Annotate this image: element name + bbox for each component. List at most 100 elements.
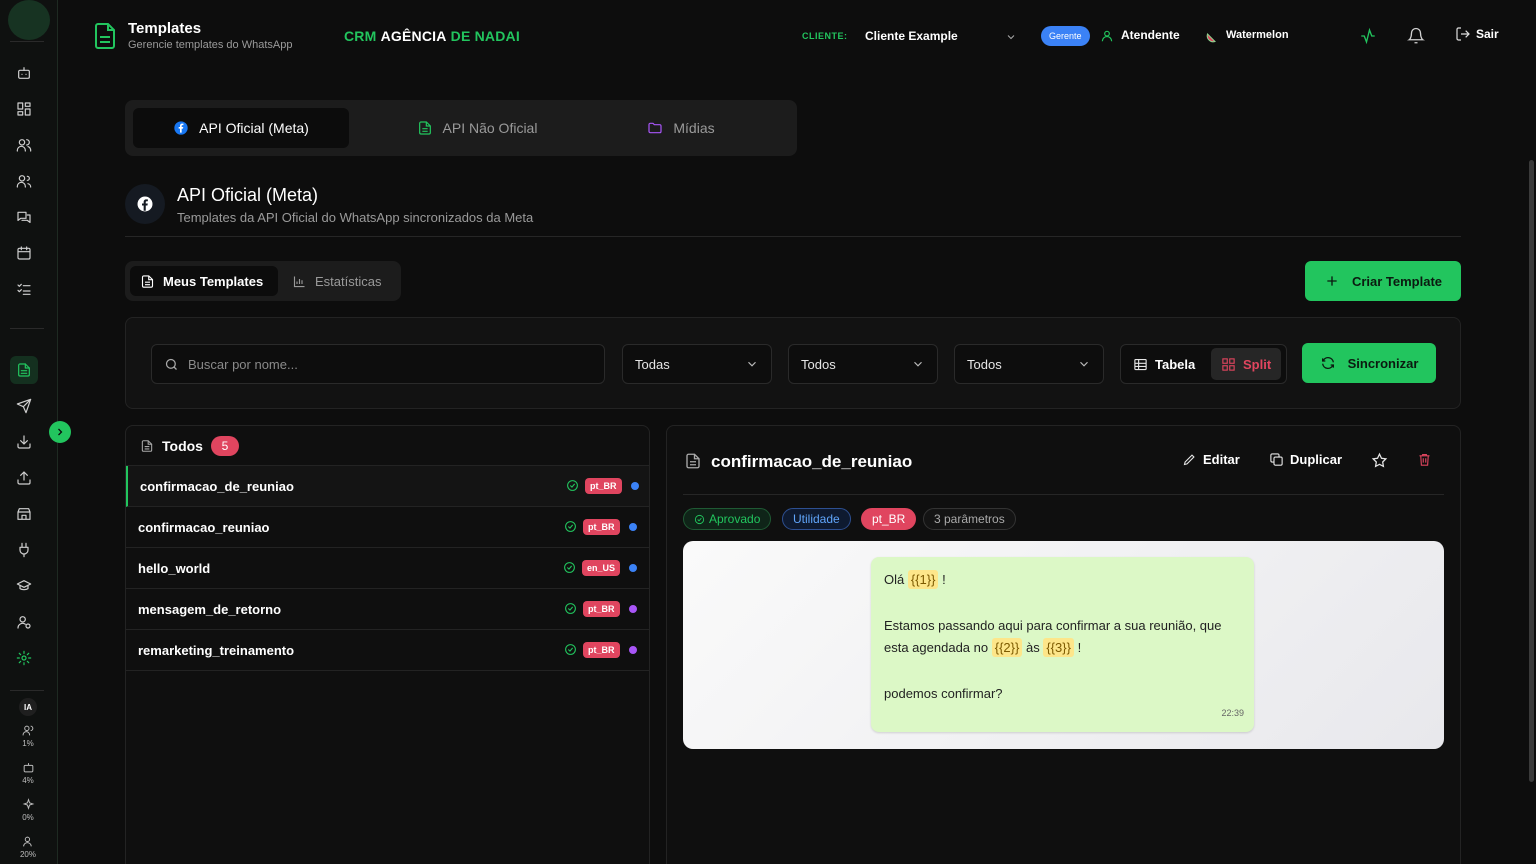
template-name: confirmacao_reuniao	[138, 520, 270, 535]
duplicate-button[interactable]: Duplicar	[1269, 452, 1342, 467]
workspace-name[interactable]: Watermelon	[1226, 29, 1289, 41]
contacts-icon[interactable]	[12, 169, 36, 193]
tab-estatisticas[interactable]: Estatísticas	[282, 266, 391, 296]
table-icon	[1134, 358, 1147, 370]
api-tabs: API Oficial (Meta) API Não Oficial Mídia…	[125, 100, 797, 156]
status-select[interactable]: Todos	[788, 344, 938, 384]
count-badge: 5	[210, 435, 239, 456]
client-select[interactable]: Cliente Example	[865, 29, 958, 43]
list-item[interactable]: confirmacao_de_reuniao pt_BR	[126, 466, 649, 507]
list-item[interactable]: mensagem_de_retorno pt_BR	[126, 589, 649, 630]
stat-value: 0%	[22, 813, 34, 822]
sidebar-divider	[10, 690, 44, 691]
brand-name: CRM AGÊNCIA DE NADAI	[344, 28, 520, 44]
sidebar-expand-button[interactable]	[49, 421, 71, 443]
chevron-down-icon[interactable]	[1005, 30, 1017, 42]
client-label: CLIENTE:	[802, 31, 848, 41]
template-name: confirmacao_de_reuniao	[140, 479, 294, 494]
dashboard-icon[interactable]	[12, 97, 36, 121]
button-label: Editar	[1203, 452, 1240, 467]
folder-icon	[648, 122, 662, 134]
category-badge: Utilidade	[782, 508, 851, 530]
list-item[interactable]: confirmacao_reuniao pt_BR	[126, 507, 649, 548]
sidebar-divider	[10, 41, 44, 42]
logo[interactable]	[8, 0, 50, 40]
store-icon[interactable]	[12, 502, 36, 526]
user-name[interactable]: Atendente	[1121, 28, 1180, 42]
check-circle-icon	[564, 520, 577, 533]
language-select[interactable]: Todos	[954, 344, 1104, 384]
settings-icon[interactable]	[12, 646, 36, 670]
tab-label: API Oficial (Meta)	[199, 120, 309, 136]
brand-main: AGÊNCIA	[380, 28, 447, 44]
activity-icon[interactable]	[1359, 27, 1377, 45]
tab-label: Meus Templates	[163, 273, 264, 289]
view-table-button[interactable]: Tabela	[1123, 348, 1205, 380]
template-name: remarketing_treinamento	[138, 643, 295, 658]
refresh-icon	[1321, 356, 1334, 370]
check-circle-icon	[563, 561, 576, 574]
variable-chip: {{1}}	[907, 570, 939, 589]
favorite-button[interactable]	[1371, 452, 1388, 469]
button-label: Duplicar	[1290, 452, 1343, 467]
user-icon	[22, 836, 32, 847]
message-time: 22:39	[1221, 708, 1244, 718]
status-dot	[629, 605, 637, 613]
bot-icon[interactable]	[12, 61, 36, 85]
page-subtitle: Gerencie templates do WhatsApp	[128, 39, 293, 51]
badge-label: Utilidade	[793, 512, 840, 526]
calendar-icon[interactable]	[12, 241, 36, 265]
download-icon[interactable]	[12, 430, 36, 454]
list-header: Todos 5	[126, 426, 649, 466]
pencil-icon	[1183, 454, 1195, 466]
templates-icon[interactable]	[10, 356, 38, 384]
button-label: Criar Template	[1351, 273, 1443, 289]
delete-button[interactable]	[1417, 452, 1432, 467]
scrollbar-thumb[interactable]	[1529, 160, 1534, 782]
stat-bot: 4%	[12, 761, 44, 785]
users-icon[interactable]	[12, 133, 36, 157]
chat-icon[interactable]	[12, 205, 36, 229]
tab-midias[interactable]: Mídias	[573, 108, 789, 148]
send-icon[interactable]	[12, 394, 36, 418]
scrollbar[interactable]	[1526, 72, 1536, 864]
sync-button[interactable]: Sincronizar	[1302, 343, 1436, 383]
document-icon	[141, 274, 154, 288]
create-template-button[interactable]: Criar Template	[1305, 261, 1461, 301]
status-dot	[629, 564, 637, 572]
bar-chart-icon	[293, 276, 305, 287]
view-tabs: Meus Templates Estatísticas	[125, 261, 401, 301]
variable-chip: {{3}}	[1043, 638, 1074, 657]
header: Templates Gerencie templates do WhatsApp…	[59, 0, 1536, 72]
list-item[interactable]: hello_world en_US	[126, 548, 649, 589]
category-select[interactable]: Todas	[622, 344, 772, 384]
upload-icon[interactable]	[12, 466, 36, 490]
tab-meus-templates[interactable]: Meus Templates	[130, 266, 278, 296]
language-badge: pt_BR	[583, 642, 620, 658]
tasks-icon[interactable]	[12, 277, 36, 301]
logout-icon	[1456, 27, 1470, 41]
graduation-icon[interactable]	[12, 574, 36, 598]
tab-label: API Não Oficial	[442, 120, 538, 136]
edit-button[interactable]: Editar	[1182, 452, 1240, 467]
language-badge: pt_BR	[583, 601, 620, 617]
list-item[interactable]: remarketing_treinamento pt_BR	[126, 630, 649, 671]
sparkle-icon	[22, 798, 34, 810]
templates-list: Todos 5 confirmacao_de_reuniao pt_BR con…	[125, 425, 650, 864]
plug-icon[interactable]	[12, 538, 36, 562]
copy-icon	[1270, 453, 1283, 466]
view-split-button[interactable]: Split	[1211, 348, 1282, 380]
brand-prefix: CRM	[344, 28, 377, 44]
facebook-icon	[125, 184, 165, 224]
check-circle-icon	[564, 643, 577, 656]
search-input[interactable]	[188, 345, 588, 383]
user-settings-icon[interactable]	[12, 610, 36, 634]
tab-api-oficial[interactable]: API Oficial (Meta)	[133, 108, 349, 148]
template-name: hello_world	[138, 561, 211, 576]
tab-api-nao-oficial[interactable]: API Não Oficial	[369, 108, 585, 148]
document-icon	[684, 452, 702, 470]
logout-button[interactable]: Sair	[1455, 26, 1499, 42]
button-label: Tabela	[1155, 356, 1196, 372]
language-badge: pt_BR	[585, 478, 622, 494]
bell-icon[interactable]	[1407, 27, 1425, 45]
